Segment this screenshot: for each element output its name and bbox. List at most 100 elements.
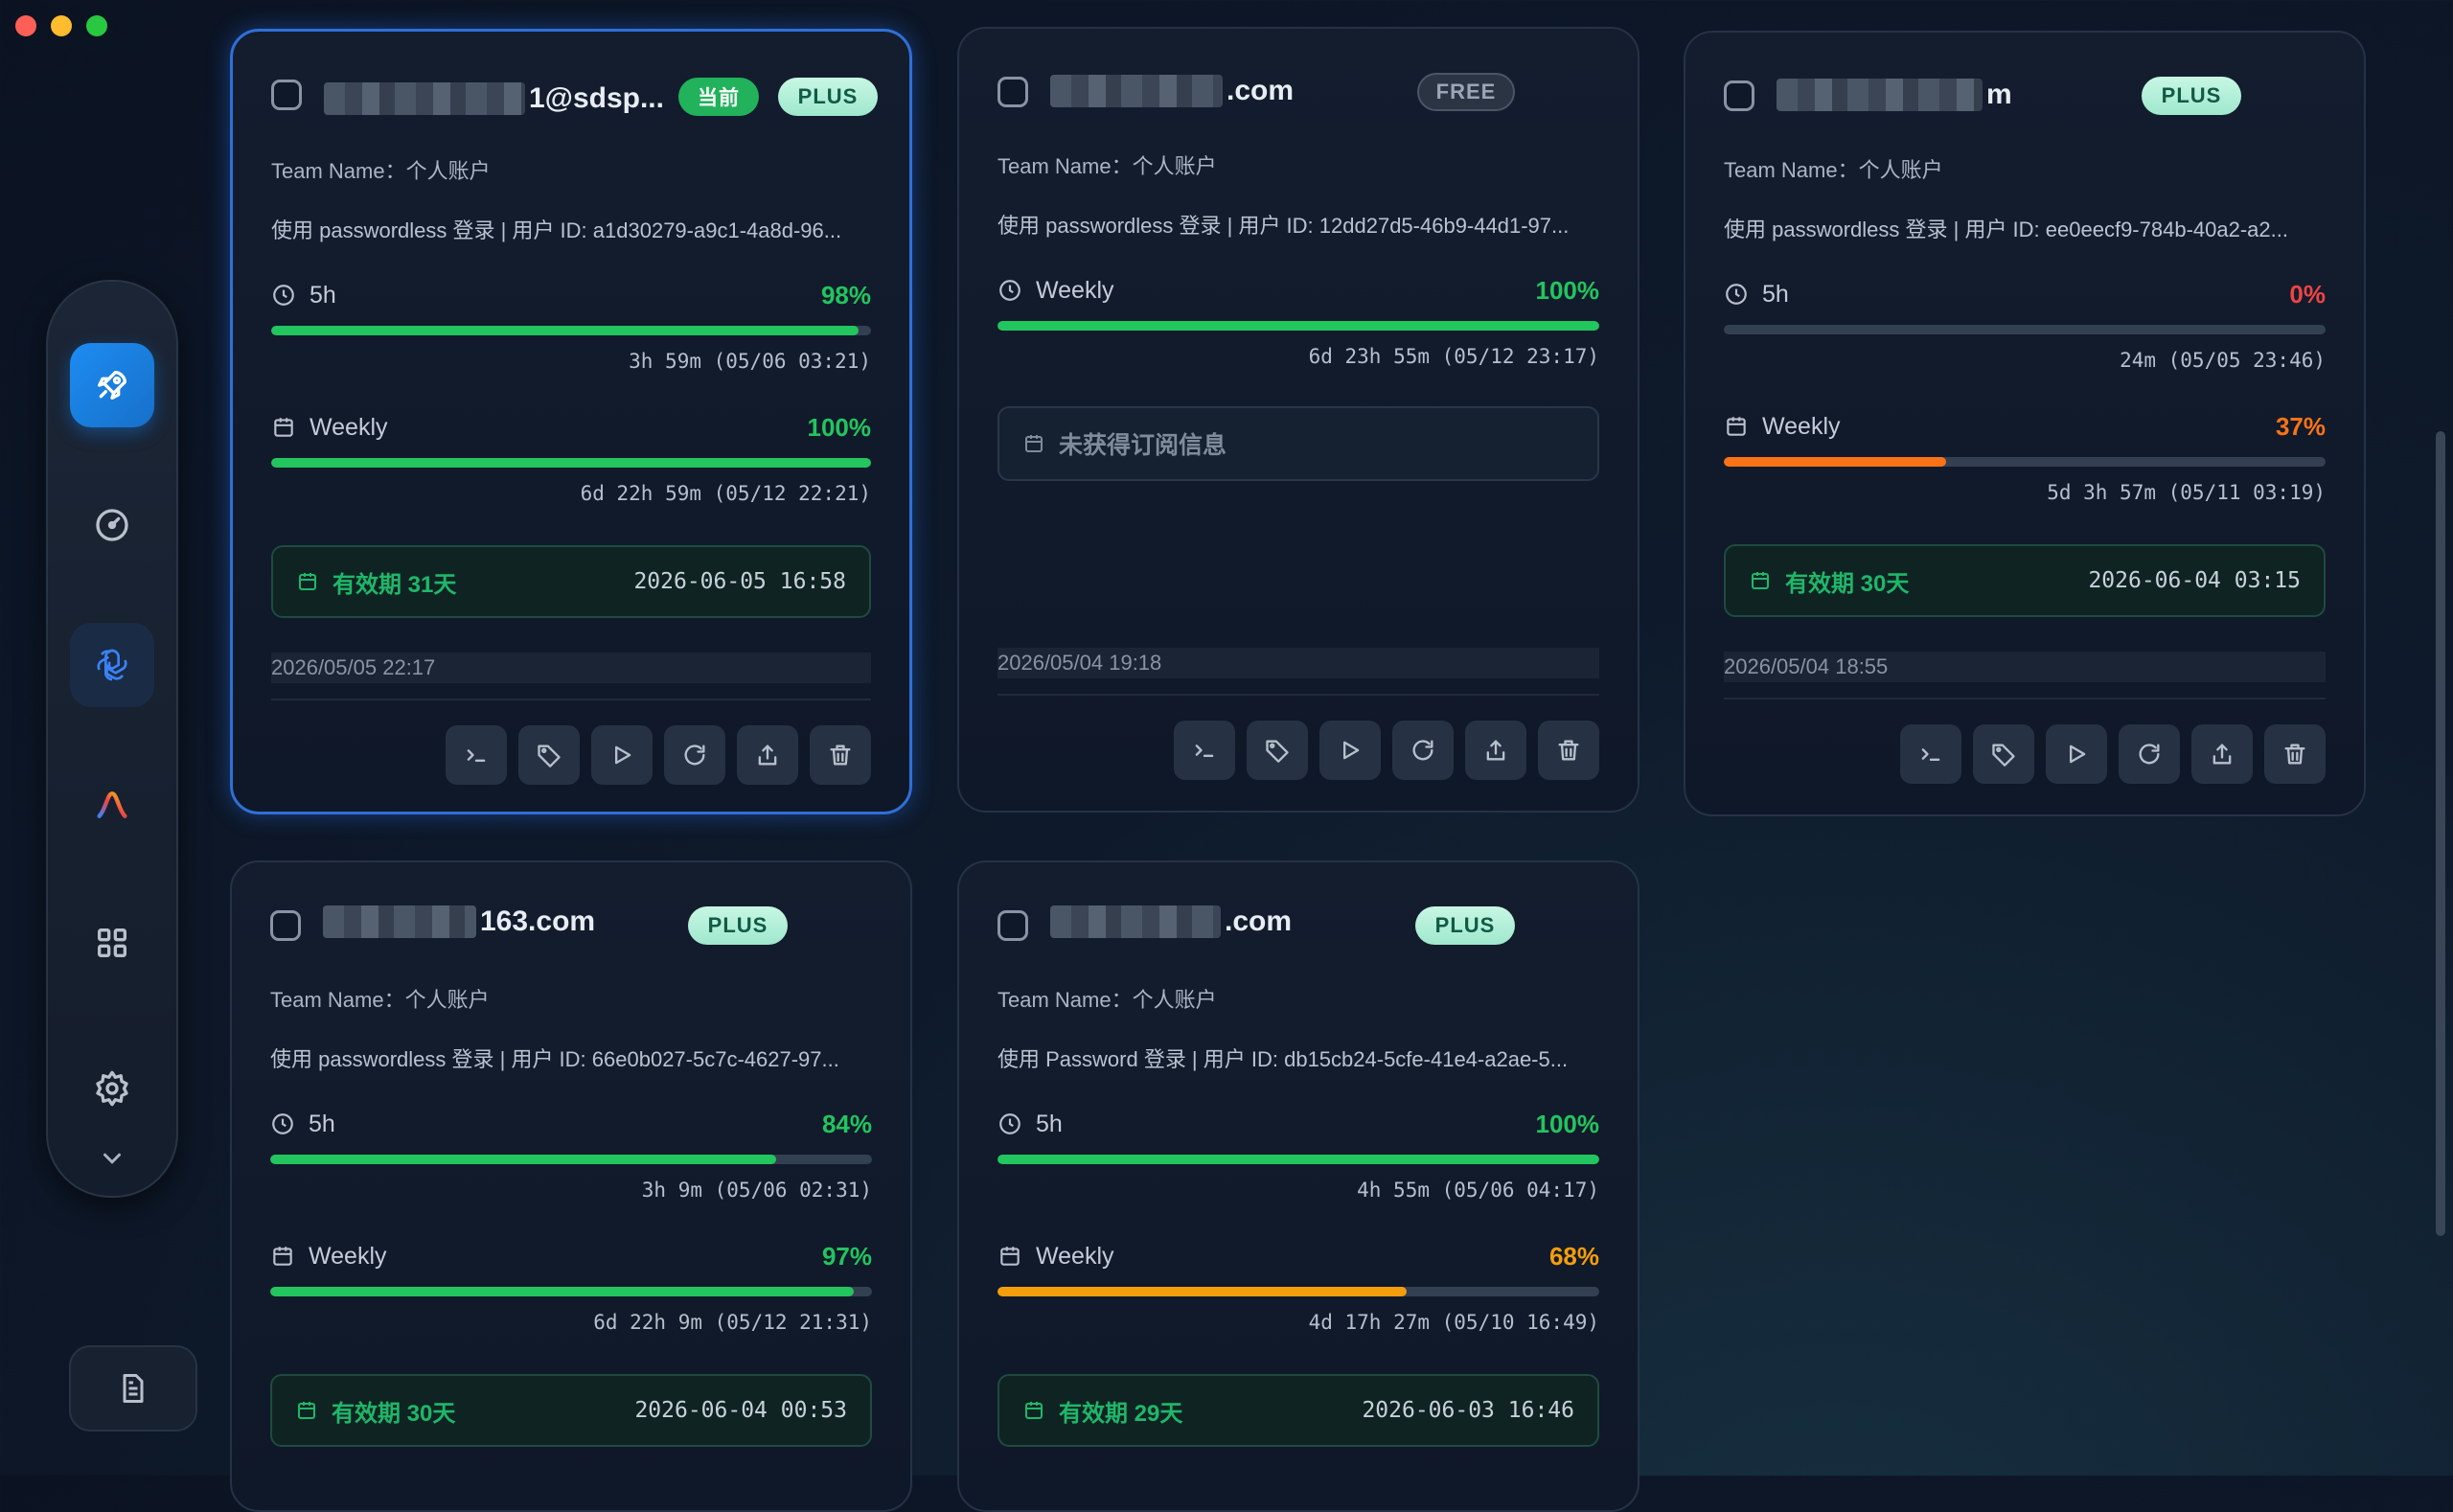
- expiry-date: 2026-06-04 00:53: [634, 1398, 847, 1423]
- limit-row: 5h 0%: [1724, 278, 2326, 310]
- export-button[interactable]: [2191, 724, 2253, 784]
- login-info: 使用 passwordless 登录 | 用户 ID: a1d30279-a9c…: [271, 218, 842, 242]
- terminal-icon: [1921, 748, 1940, 761]
- limit-bar: [997, 1287, 1599, 1296]
- terminal-icon: [467, 749, 486, 762]
- limit-label: Weekly: [1036, 1242, 1114, 1270]
- zoom-window-button[interactable]: [86, 15, 107, 36]
- select-checkbox[interactable]: [270, 910, 301, 941]
- limit-row: Weekly 97%: [270, 1240, 872, 1272]
- calendar-icon: [1025, 1402, 1043, 1419]
- calendar-icon: [273, 1247, 292, 1266]
- account-card[interactable]: .com FREE Team Name：个人账户 使用 passwordless…: [957, 27, 1639, 813]
- launch-button[interactable]: [2046, 724, 2107, 784]
- reset-time: 5d 3h 57m (05/11 03:19): [2047, 481, 2326, 504]
- limit-bar: [997, 321, 1599, 331]
- limit-label: Weekly: [1762, 412, 1841, 440]
- select-checkbox[interactable]: [271, 80, 302, 110]
- reset-time: 4h 55m (05/06 04:17): [1357, 1179, 1599, 1202]
- expiry-date: 2026-06-04 03:15: [2088, 568, 2301, 593]
- nav-antigravity[interactable]: [70, 763, 154, 847]
- minimize-window-button[interactable]: [51, 15, 72, 36]
- delete-button[interactable]: [2264, 724, 2326, 784]
- launch-button[interactable]: [1319, 721, 1381, 780]
- reset-time: 3h 9m (05/06 02:31): [641, 1179, 872, 1202]
- nav-openai[interactable]: [70, 623, 154, 707]
- export-icon: [758, 745, 777, 766]
- terminal-icon: [1195, 745, 1214, 757]
- refresh-button[interactable]: [1392, 721, 1454, 780]
- limit-row: 5h 100%: [997, 1108, 1599, 1140]
- redacted-block: [1050, 75, 1223, 107]
- account-email: 1@sdsp...: [324, 80, 664, 118]
- limit-percent: 100%: [1535, 1109, 1600, 1138]
- clock-icon: [272, 1113, 293, 1134]
- limit-bar: [997, 1155, 1599, 1164]
- select-checkbox[interactable]: [997, 77, 1028, 107]
- redacted-block: [1777, 79, 1983, 111]
- antigravity-icon: [97, 791, 127, 818]
- launch-button[interactable]: [591, 725, 653, 785]
- account-card[interactable]: 1@sdsp... 当前 PLUS Team Name：个人账户 使用 pass…: [230, 29, 912, 814]
- logs-button[interactable]: [69, 1345, 197, 1432]
- calendar-icon: [1000, 1247, 1020, 1266]
- created-time: 2026/05/04 19:18: [997, 648, 1599, 678]
- refresh-icon: [1412, 740, 1433, 761]
- limit-label: 5h: [1036, 1110, 1063, 1137]
- reset-time: 24m (05/05 23:46): [2120, 349, 2326, 372]
- nav-launch[interactable]: [70, 343, 154, 427]
- terminal-button[interactable]: [446, 725, 507, 785]
- delete-button[interactable]: [1538, 721, 1599, 780]
- account-card[interactable]: 163.com PLUS Team Name：个人账户 使用 passwordl…: [230, 860, 912, 1512]
- divider: [997, 694, 1599, 696]
- plan-badge: FREE: [1417, 73, 1515, 111]
- tag-button[interactable]: [1247, 721, 1308, 780]
- limit-row: Weekly 100%: [271, 411, 871, 444]
- login-info: 使用 Password 登录 | 用户 ID: db15cb24-5cfe-41…: [997, 1047, 1569, 1071]
- limit-percent: 100%: [807, 412, 872, 442]
- select-checkbox[interactable]: [997, 910, 1028, 941]
- tag-button[interactable]: [518, 725, 580, 785]
- account-card[interactable]: .com PLUS Team Name：个人账户 使用 Password 登录 …: [957, 860, 1639, 1512]
- refresh-button[interactable]: [2119, 724, 2180, 784]
- plan-badge: PLUS: [1415, 906, 1515, 945]
- expiry-date: 2026-06-03 16:46: [1362, 1398, 1574, 1423]
- reset-time: 6d 22h 59m (05/12 22:21): [580, 482, 871, 505]
- limit-label: Weekly: [309, 1242, 387, 1270]
- tag-icon: [1266, 740, 1289, 763]
- account-email: .com: [1050, 903, 1292, 941]
- expiry-date: 2026-06-05 16:58: [633, 569, 846, 594]
- export-icon: [2212, 744, 2232, 765]
- plan-badge: PLUS: [688, 906, 788, 945]
- redacted-block: [1050, 905, 1221, 938]
- export-button[interactable]: [737, 725, 798, 785]
- account-card[interactable]: m PLUS Team Name：个人账户 使用 passwordless 登录…: [1684, 31, 2366, 816]
- trash-icon: [1558, 740, 1579, 761]
- nav-settings[interactable]: [70, 1046, 154, 1131]
- close-window-button[interactable]: [15, 15, 36, 36]
- team-name: Team Name：个人账户: [270, 988, 490, 1012]
- nav-usage[interactable]: [70, 483, 154, 567]
- team-name: Team Name：个人账户: [997, 988, 1217, 1012]
- scrollbar[interactable]: [2436, 431, 2445, 1236]
- document-icon: [123, 1374, 144, 1403]
- limit-percent: 84%: [821, 1109, 872, 1138]
- limit-bar: [270, 1155, 872, 1164]
- chevron-down-icon[interactable]: [98, 1144, 126, 1173]
- terminal-button[interactable]: [1174, 721, 1235, 780]
- login-info: 使用 passwordless 登录 | 用户 ID: 12dd27d5-46b…: [997, 214, 1570, 238]
- terminal-button[interactable]: [1900, 724, 1961, 784]
- limit-percent: 98%: [820, 280, 871, 309]
- created-time: 2026/05/04 18:55: [1724, 652, 2326, 682]
- select-checkbox[interactable]: [1724, 80, 1754, 111]
- reset-time: 3h 59m (05/06 03:21): [629, 350, 871, 373]
- nav-apps[interactable]: [70, 901, 154, 985]
- export-button[interactable]: [1465, 721, 1526, 780]
- reset-time: 4d 17h 27m (05/10 16:49): [1308, 1311, 1599, 1334]
- tag-button[interactable]: [1973, 724, 2034, 784]
- refresh-button[interactable]: [664, 725, 725, 785]
- delete-button[interactable]: [810, 725, 871, 785]
- limit-percent: 100%: [1535, 275, 1600, 305]
- limit-row: Weekly 100%: [997, 274, 1599, 307]
- calendar-icon: [274, 418, 293, 437]
